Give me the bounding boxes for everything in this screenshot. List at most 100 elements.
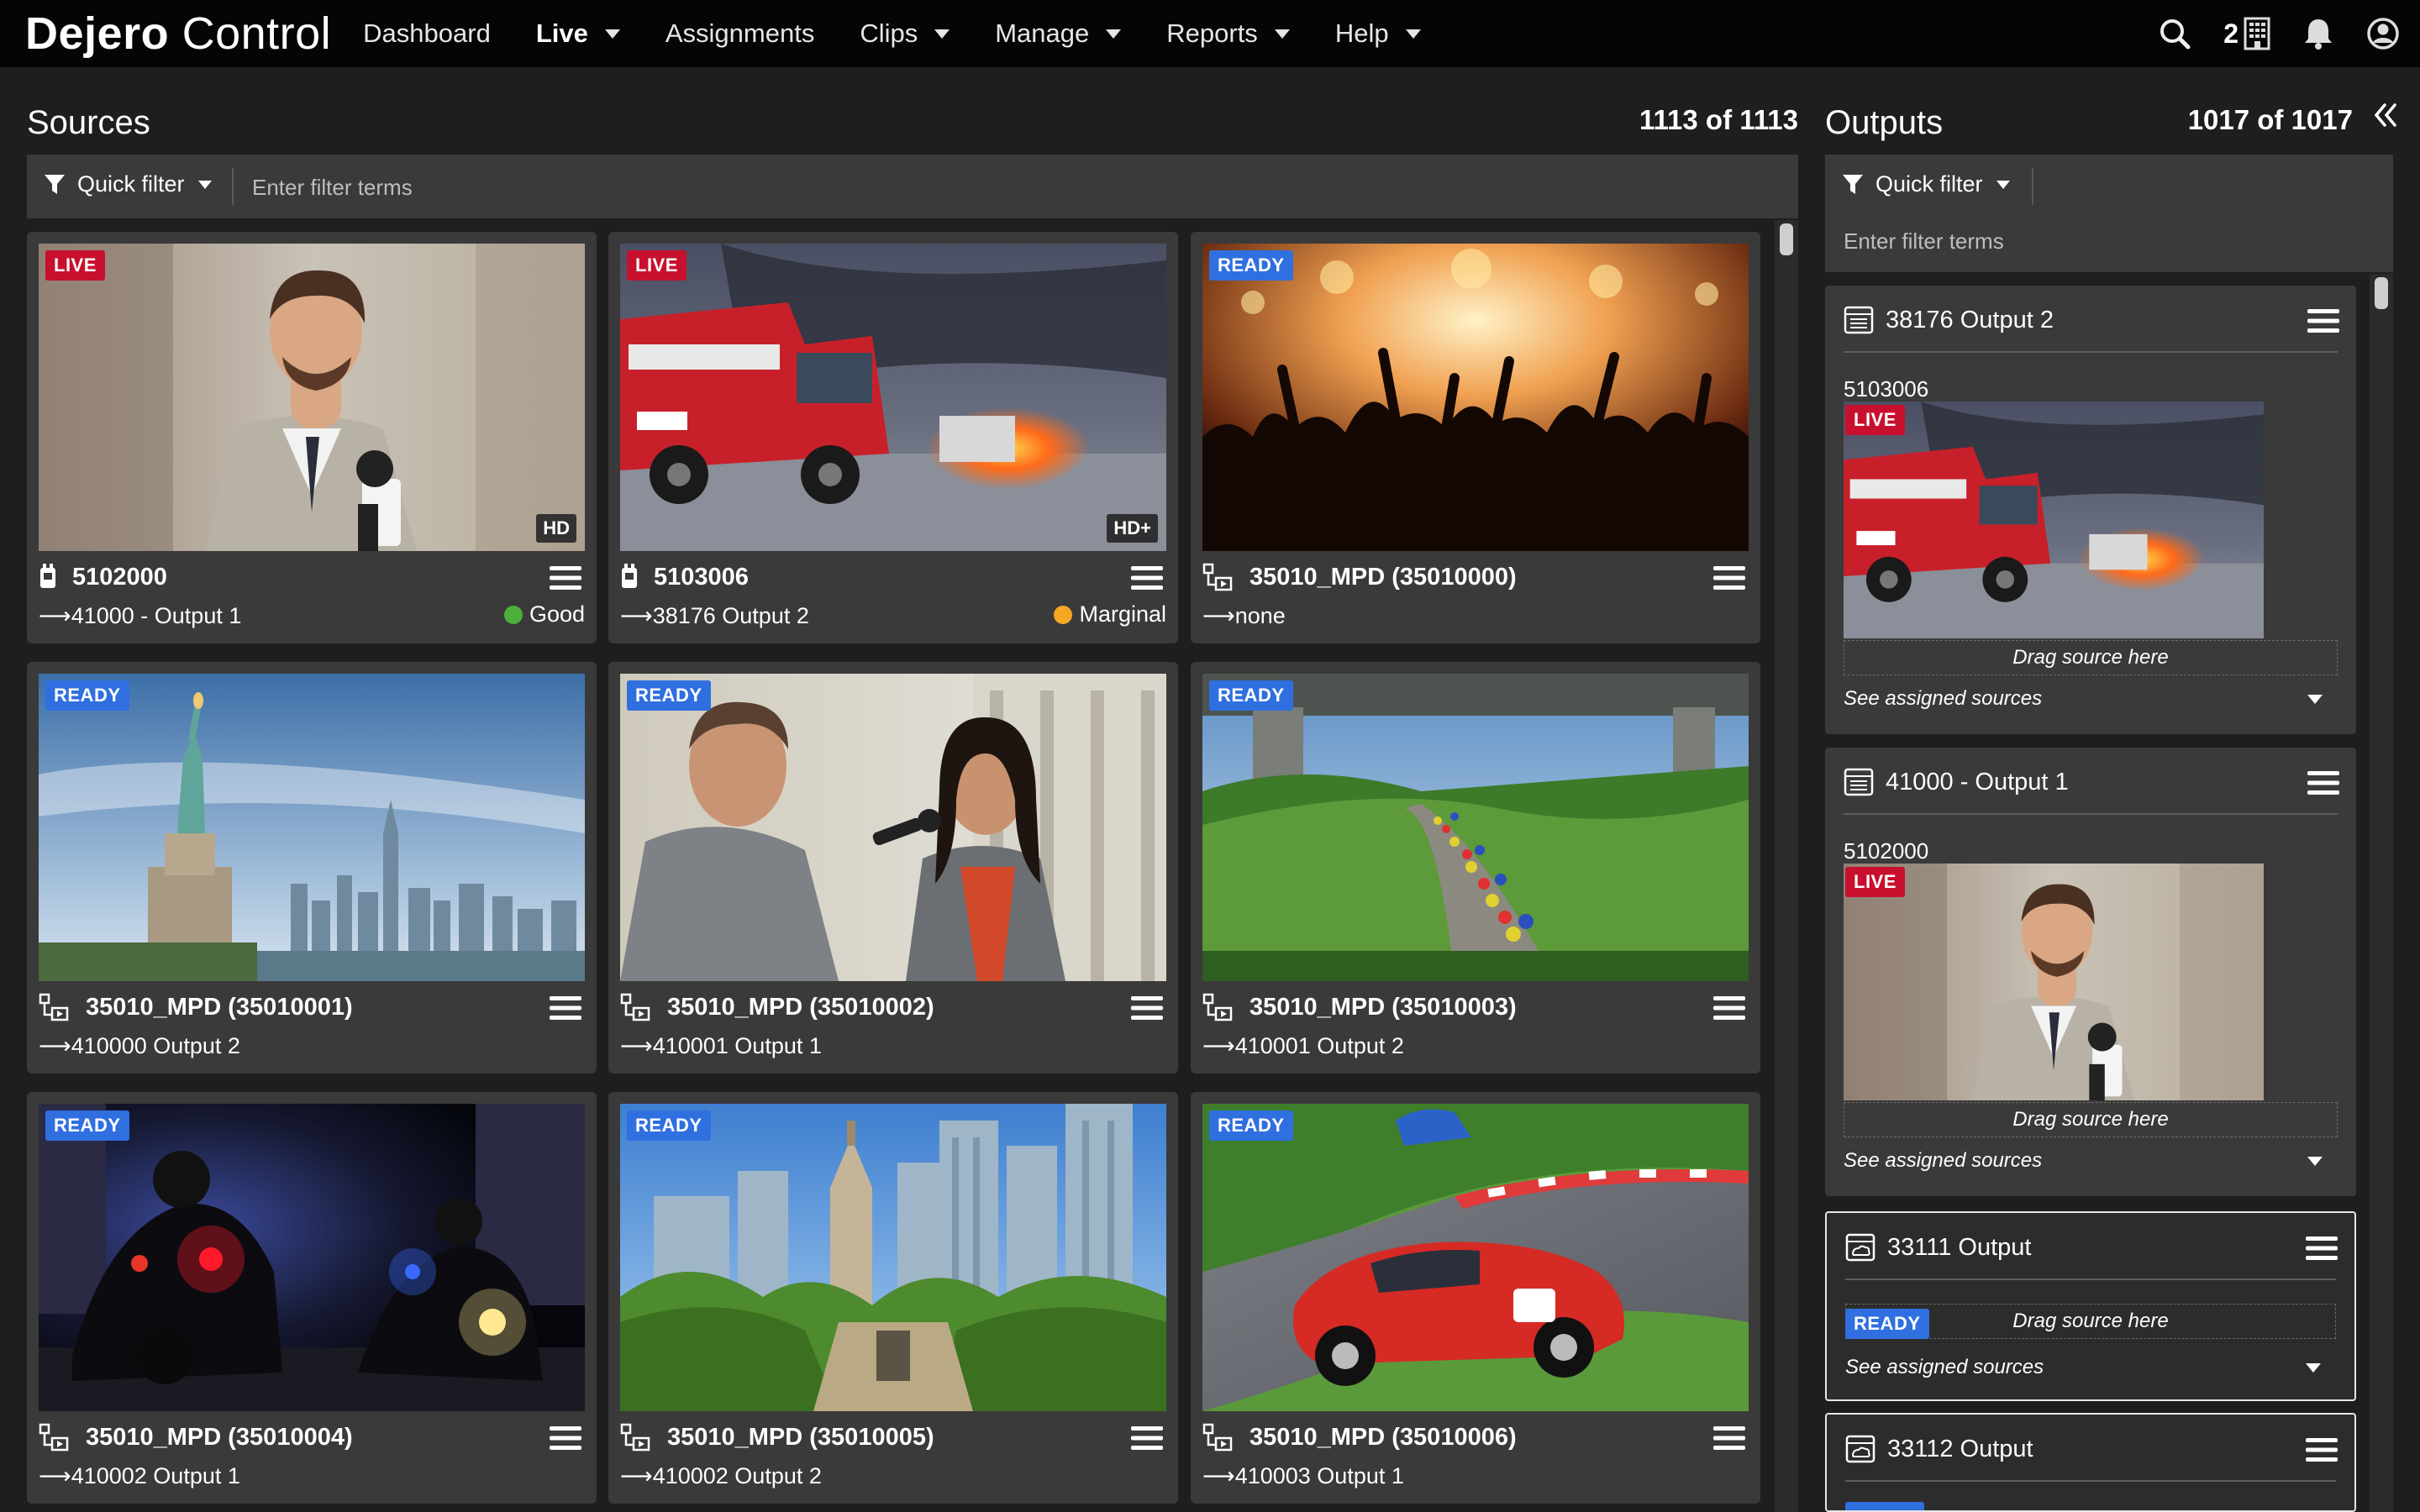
reporter-scene-image	[39, 244, 585, 551]
connection-status: Good	[503, 601, 585, 627]
output-status-badge: LIVE	[1845, 867, 1905, 897]
outputs-filter-bar: Quick filter	[1825, 155, 2393, 272]
caret-down-icon	[197, 180, 212, 189]
nav-item-help[interactable]: Help	[1335, 18, 1421, 49]
output-card[interactable]: 33112 Output	[1825, 1413, 2356, 1512]
outputs-filter-input[interactable]	[1844, 225, 2365, 257]
source-thumbnail[interactable]: READY	[620, 1104, 1166, 1411]
nav-item-clips[interactable]: Clips	[860, 18, 950, 49]
firetruck-scene-image	[1844, 402, 2264, 638]
source-output-link: ⟶none	[1202, 603, 1286, 628]
sources-title: Sources	[27, 104, 150, 141]
source-output-link: ⟶410002 Output 2	[620, 1463, 822, 1488]
source-name-text: 35010_MPD (35010004)	[86, 1423, 353, 1451]
source-card[interactable]: LIVE HD 5102000 ⟶41000 - Output 1 Good	[27, 232, 597, 643]
nav-item-dashboard[interactable]: Dashboard	[363, 18, 491, 49]
drag-source-dropzone[interactable]: Drag source here	[1844, 640, 2338, 675]
source-thumbnail[interactable]: LIVE HD	[39, 244, 585, 551]
source-card[interactable]: READY 35010_MPD (35010001) ⟶410000 Outpu…	[27, 662, 597, 1074]
source-menu-button[interactable]	[1131, 995, 1163, 1026]
source-name-text: 5103006	[654, 563, 749, 591]
outputs-scrollbar[interactable]	[2370, 274, 2393, 1512]
caret-down-icon	[604, 29, 620, 39]
brand-logo[interactable]: Dejero Control	[25, 8, 331, 60]
source-card[interactable]: READY 35010_MPD (35010006) ⟶410003 Outpu…	[1191, 1092, 1760, 1504]
source-status-badge: LIVE	[45, 250, 105, 281]
source-name: 35010_MPD (35010006)	[1202, 1423, 1517, 1452]
output-menu-button[interactable]	[2307, 769, 2339, 801]
resolution-badge: HD	[536, 514, 576, 543]
output-menu-button[interactable]	[2306, 1436, 2338, 1467]
source-menu-button[interactable]	[1713, 1425, 1745, 1456]
output-card[interactable]: 33111 Output Drag source here READY See …	[1825, 1211, 2356, 1401]
output-status-badge-partial	[1845, 1502, 1924, 1510]
source-status-badge: READY	[45, 1110, 129, 1141]
source-status-badge: LIVE	[627, 250, 687, 281]
see-assigned-sources-toggle[interactable]: See assigned sources	[1844, 1149, 2323, 1173]
source-thumbnail[interactable]: READY	[1202, 1104, 1749, 1411]
source-menu-button[interactable]	[1713, 995, 1745, 1026]
source-card[interactable]: READY 35010_MPD (35010002) ⟶410001 Outpu…	[608, 662, 1178, 1074]
search-button[interactable]	[2158, 17, 2191, 50]
source-card[interactable]: READY 35010_MPD (35010004) ⟶410002 Outpu…	[27, 1092, 597, 1504]
source-menu-button[interactable]	[550, 995, 581, 1026]
nav-item-label: Manage	[995, 18, 1090, 48]
outputs-quick-filter-button[interactable]: Quick filter	[1842, 171, 2010, 197]
sources-scrollbar[interactable]	[1775, 220, 1798, 1512]
nav-item-live[interactable]: Live	[536, 18, 620, 49]
see-assigned-sources-toggle[interactable]: See assigned sources	[1845, 1356, 2321, 1379]
source-thumbnail[interactable]: LIVE HD+	[620, 244, 1166, 551]
sources-quick-filter-button[interactable]: Quick filter	[44, 171, 212, 197]
source-thumbnail[interactable]: READY	[620, 674, 1166, 981]
output-card[interactable]: 38176 Output 2 5103006 LIVE Drag source …	[1825, 286, 2356, 734]
output-name-text: 41000 - Output 1	[1886, 768, 2069, 795]
see-assigned-sources-toggle[interactable]: See assigned sources	[1844, 687, 2323, 711]
liberty-scene-image	[39, 674, 585, 981]
source-name: 35010_MPD (35010001)	[39, 993, 353, 1021]
output-card[interactable]: 41000 - Output 1 5102000 LIVE Drag sourc…	[1825, 748, 2356, 1196]
output-name: 33111 Output	[1845, 1233, 2031, 1262]
source-card[interactable]: READY 35010_MPD (35010005) ⟶410002 Outpu…	[608, 1092, 1178, 1504]
caret-down-icon	[2307, 694, 2323, 704]
nav-item-manage[interactable]: Manage	[995, 18, 1122, 49]
nav-item-reports[interactable]: Reports	[1166, 18, 1290, 49]
see-assigned-sources-label: See assigned sources	[1845, 1356, 2044, 1378]
collapse-panel-button[interactable]	[2371, 101, 2400, 134]
reporter-scene-image	[1844, 864, 2264, 1100]
source-name: 5103006	[620, 563, 749, 591]
organization-switcher[interactable]: 2	[2223, 17, 2270, 50]
source-card[interactable]: LIVE HD+ 5103006 ⟶38176 Output 2 Marginal	[608, 232, 1178, 643]
sources-scrollbar-thumb[interactable]	[1780, 223, 1793, 255]
output-menu-button[interactable]	[2307, 307, 2339, 339]
nav-item-assignments[interactable]: Assignments	[666, 18, 814, 49]
output-name: 41000 - Output 1	[1844, 768, 2069, 796]
user-icon	[2367, 18, 2399, 50]
connection-status-text: Good	[529, 601, 585, 627]
outputs-scrollbar-thumb[interactable]	[2375, 277, 2388, 309]
source-menu-button[interactable]	[1131, 1425, 1163, 1456]
source-status-badge: READY	[627, 1110, 711, 1141]
bell-icon	[2305, 19, 2332, 50]
hamburger-menu-icon	[2307, 309, 2339, 333]
see-assigned-sources-label: See assigned sources	[1844, 1149, 2043, 1172]
source-card[interactable]: READY 35010_MPD (35010003) ⟶410001 Outpu…	[1191, 662, 1760, 1074]
source-thumbnail[interactable]: READY	[1202, 674, 1749, 981]
source-card[interactable]: READY 35010_MPD (35010000) ⟶none	[1191, 232, 1760, 643]
output-divider	[1844, 813, 2338, 815]
source-menu-button[interactable]	[550, 564, 581, 596]
brand-light-text: Control	[182, 8, 332, 59]
source-thumbnail[interactable]: READY	[39, 1104, 585, 1411]
source-menu-button[interactable]	[1131, 564, 1163, 596]
sources-filter-input[interactable]	[252, 171, 1765, 203]
output-status-badge: LIVE	[1845, 405, 1905, 435]
source-menu-button[interactable]	[1713, 564, 1745, 596]
cloud-server-icon	[1845, 1435, 1876, 1463]
sources-count: 1113 of 1113	[1639, 104, 1798, 135]
source-menu-button[interactable]	[550, 1425, 581, 1456]
source-thumbnail[interactable]: READY	[1202, 244, 1749, 551]
drag-source-dropzone[interactable]: Drag source here	[1844, 1102, 2338, 1137]
source-thumbnail[interactable]: READY	[39, 674, 585, 981]
notifications-button[interactable]	[2302, 17, 2334, 50]
user-menu-button[interactable]	[2366, 17, 2400, 50]
output-menu-button[interactable]	[2306, 1235, 2338, 1266]
